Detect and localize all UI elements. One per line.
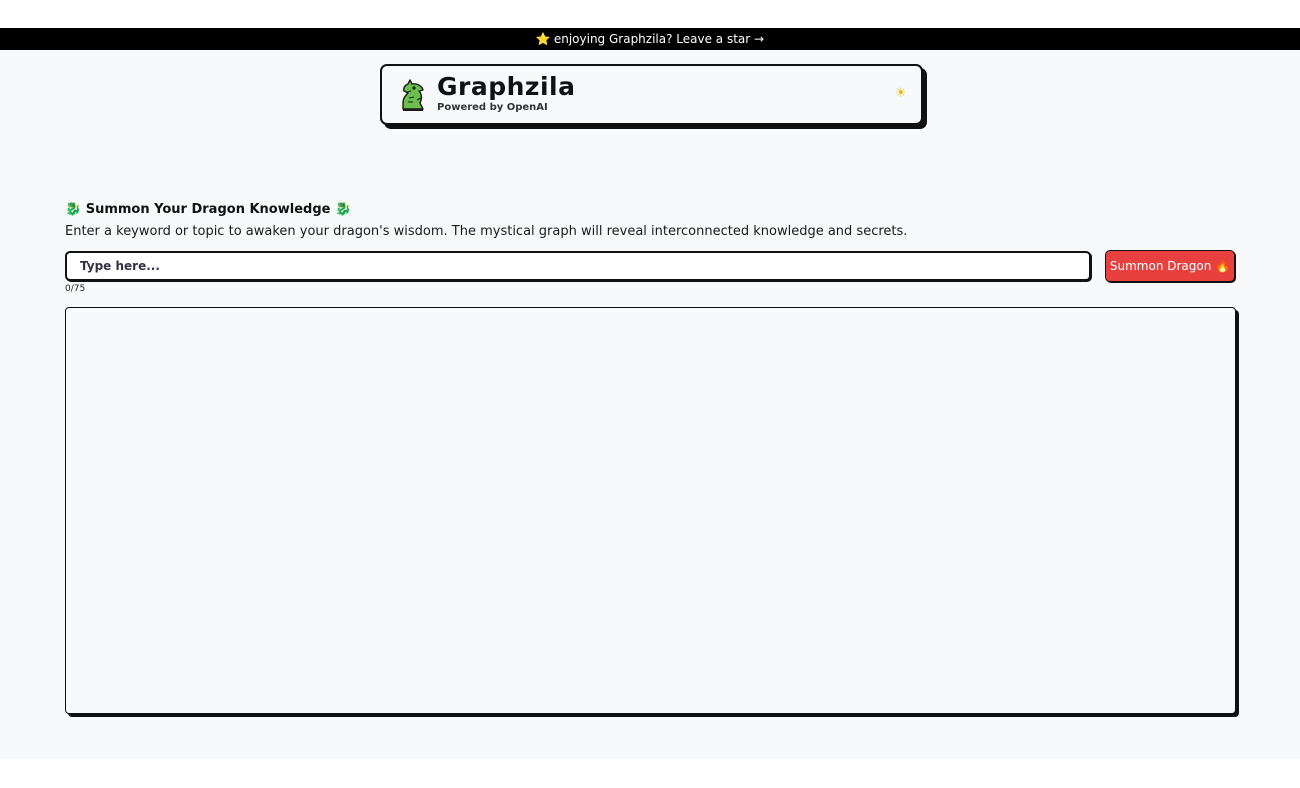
graph-canvas[interactable] — [65, 307, 1236, 714]
sun-icon[interactable]: ☀ — [895, 86, 907, 101]
section-heading: 🐉 Summon Your Dragon Knowledge 🐉 — [65, 202, 351, 217]
dragon-head-icon — [398, 78, 428, 112]
dragon-icon: 🐉 — [334, 202, 352, 217]
star-banner[interactable]: ⭐ enjoying Graphzila? Leave a star → — [0, 28, 1300, 50]
summon-dragon-button[interactable]: Summon Dragon 🔥 — [1105, 250, 1235, 282]
app-subtitle: Powered by OpenAI — [437, 102, 548, 113]
section-heading-text: Summon Your Dragon Knowledge — [85, 202, 331, 217]
page: ⭐ enjoying Graphzila? Leave a star → Grap… — [0, 28, 1300, 759]
app-title: Graphzila — [437, 72, 576, 101]
character-counter: 0/75 — [65, 284, 86, 294]
section-description: Enter a keyword or topic to awaken your … — [65, 224, 908, 239]
banner-text: enjoying Graphzila? Leave a star → — [553, 32, 765, 46]
star-icon: ⭐ — [535, 32, 551, 46]
keyword-input[interactable] — [65, 251, 1091, 281]
dragon-icon: 🐉 — [65, 202, 82, 217]
header-card: Graphzila Powered by OpenAI ☀ — [380, 64, 923, 125]
